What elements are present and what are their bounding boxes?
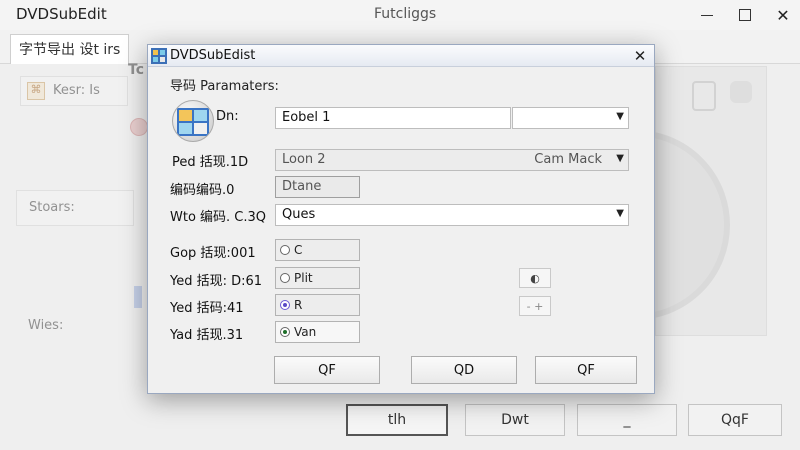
- main-window-title: DVDSubEdit: [16, 5, 107, 23]
- dialog-titlebar: DVDSubEdist ✕: [148, 45, 654, 67]
- option3-radio[interactable]: [280, 300, 290, 310]
- quality-combo-value: Ques: [282, 207, 316, 222]
- option2-box[interactable]: Plit: [275, 267, 360, 289]
- option2-value: Plit: [294, 271, 313, 285]
- row2-label: 编码编码.0: [170, 183, 235, 198]
- dialog-heading: 导码 Paramaters:: [170, 79, 279, 94]
- main-second-button[interactable]: Dwt: [465, 404, 565, 436]
- name-combo[interactable]: ▼: [512, 107, 629, 129]
- main-section-label: Tc: [128, 62, 144, 78]
- close-button[interactable]: ✕: [760, 0, 800, 30]
- option2-label: Yed 括现: D:61: [170, 274, 263, 289]
- option4-radio[interactable]: [280, 327, 290, 337]
- profile-combo[interactable]: Loon 2 Cam Mack ▼: [275, 149, 629, 171]
- main-key-label: Kesr: Is: [53, 83, 100, 98]
- option1-label: Gop 括现:001: [170, 246, 256, 261]
- dialog-close-button[interactable]: ✕: [630, 46, 650, 66]
- main-fourth-button[interactable]: QqF: [688, 404, 782, 436]
- minimize-icon: [701, 14, 713, 16]
- database-icon: [692, 81, 716, 111]
- option4-label: Yad 括现.31: [170, 328, 244, 343]
- icon-label: Dn:: [216, 109, 239, 124]
- option1-radio[interactable]: [280, 245, 290, 255]
- tab-export-settings[interactable]: 字节导出 设t irs: [10, 34, 130, 64]
- pie-icon: ◐: [530, 271, 540, 285]
- main-blue-marker: [134, 286, 142, 308]
- dialog-button-right[interactable]: QF: [535, 356, 637, 384]
- option1-value: C: [294, 243, 303, 257]
- row3-label: Wto 编码. C.3Q: [170, 210, 267, 225]
- chevron-down-icon: ▼: [616, 208, 624, 219]
- option3-label: Yed 括码:41: [170, 301, 244, 316]
- export-app-icon: [172, 100, 214, 142]
- option1-box[interactable]: C: [275, 239, 360, 261]
- row1-label: Ped 括现.1D: [172, 155, 249, 170]
- main-storage-label: Stoars:: [29, 200, 75, 215]
- main-center-title: Futcliggs: [374, 6, 437, 22]
- status-icon: [130, 118, 148, 136]
- quality-combo[interactable]: Ques ▼: [275, 204, 629, 226]
- dialog-button-left[interactable]: QF: [274, 356, 380, 384]
- maximize-icon: [739, 9, 751, 21]
- main-third-button[interactable]: _: [577, 404, 677, 436]
- app-icon: [151, 48, 167, 64]
- name-field[interactable]: Eobel 1: [275, 107, 511, 129]
- encode-button[interactable]: Dtane: [275, 176, 360, 198]
- dialog-button-middle[interactable]: QD: [411, 356, 517, 384]
- chevron-down-icon: ▼: [616, 111, 624, 122]
- option4-box[interactable]: Van: [275, 321, 360, 343]
- profile-combo-right: Cam Mack: [534, 152, 602, 167]
- close-icon: ✕: [776, 5, 790, 25]
- option2-radio[interactable]: [280, 273, 290, 283]
- app-grid-icon: [730, 81, 752, 103]
- option3-value: R: [294, 298, 303, 312]
- stepper-button[interactable]: - +: [519, 296, 551, 316]
- plus-minus-icon: - +: [526, 299, 544, 313]
- window-tiles-icon: [177, 108, 209, 136]
- main-titlebar: DVDSubEdit Futcliggs ✕: [0, 0, 800, 30]
- export-parameters-dialog: DVDSubEdist ✕ 导码 Paramaters: Dn: Eobel 1…: [147, 44, 655, 394]
- pie-toggle-button[interactable]: ◐: [519, 268, 551, 288]
- main-views-label: Wies:: [28, 318, 64, 333]
- chevron-down-icon: ▼: [616, 153, 624, 164]
- key-icon: ⌘: [27, 82, 45, 100]
- profile-combo-left: Loon 2: [282, 152, 326, 167]
- close-icon: ✕: [633, 47, 647, 65]
- main-groupbox-1: Kesr: Is ⌘: [20, 76, 128, 106]
- option4-value: Van: [294, 325, 317, 339]
- dialog-title: DVDSubEdist: [170, 48, 256, 63]
- main-primary-button[interactable]: tlh: [346, 404, 448, 436]
- option3-box[interactable]: R: [275, 294, 360, 316]
- main-groupbox-2: Stoars:: [16, 190, 134, 226]
